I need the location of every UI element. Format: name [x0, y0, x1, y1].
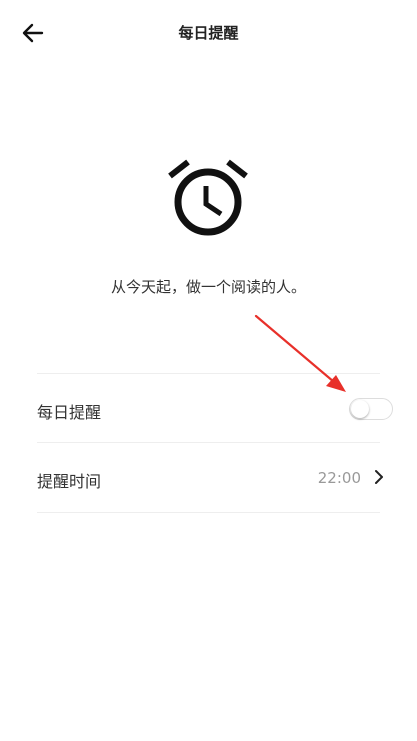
reminder-time-row[interactable]: 提醒时间 22:00 — [37, 443, 393, 511]
page-title: 每日提醒 — [178, 24, 239, 42]
reminder-time-label: 提醒时间 — [37, 472, 102, 491]
reminder-time-value: 22:00 — [317, 469, 361, 487]
slogan-text: 从今天起，做一个阅读的人。 — [110, 278, 306, 296]
daily-reminder-label: 每日提醒 — [37, 403, 102, 422]
header-bar: 每日提醒 — [0, 0, 417, 64]
daily-reminder-row: 每日提醒 — [37, 374, 393, 442]
daily-reminder-toggle[interactable] — [349, 398, 393, 420]
chevron-right-icon — [375, 470, 383, 484]
alarm-clock-icon — [168, 159, 248, 236]
divider — [37, 512, 380, 513]
toggle-knob — [351, 400, 369, 418]
